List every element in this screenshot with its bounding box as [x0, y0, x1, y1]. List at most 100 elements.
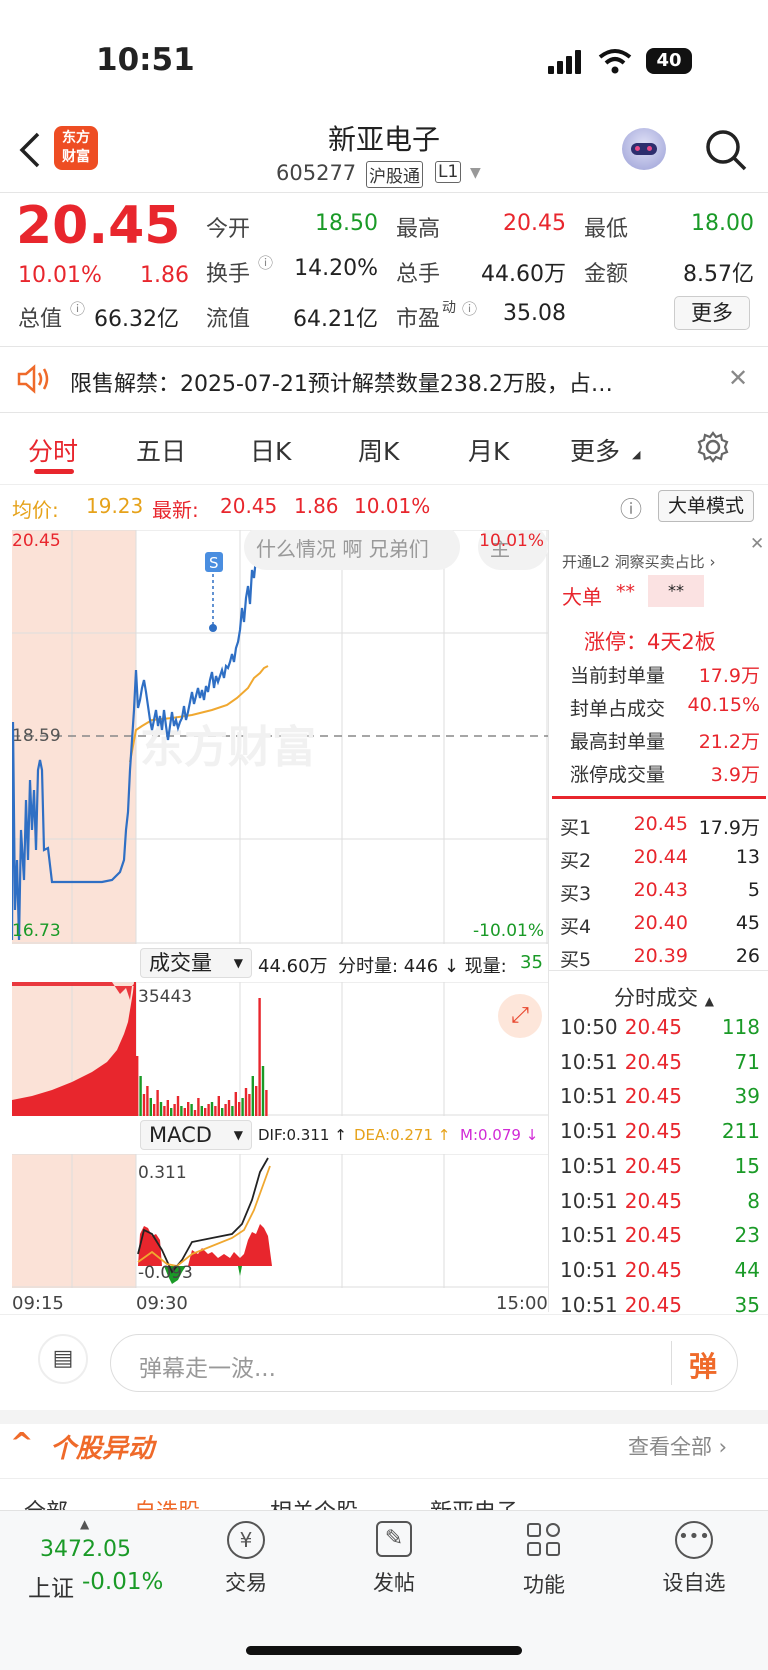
price-mid-label: 18.59	[12, 726, 61, 746]
subtab-related[interactable]: 相关个股	[270, 1494, 358, 1510]
indicator-select-macd[interactable]: MACD ▼	[140, 1120, 252, 1150]
avg-value: 19.23	[86, 494, 144, 518]
price-max-label: 20.45	[12, 531, 61, 551]
volume-label: 总手	[396, 262, 441, 287]
trade-price: 20.45	[624, 1257, 682, 1282]
volume-bar	[251, 1076, 254, 1116]
tag-hgt: 沪股通	[366, 161, 423, 188]
limit-row-value: 21.2万	[698, 731, 760, 753]
bid-volume: 13	[735, 846, 760, 868]
view-all-link[interactable]: 查看全部 ›	[628, 1431, 727, 1461]
limit-up-title: 涨停：4天2板	[584, 630, 716, 654]
pct-change: 10.01%	[18, 263, 102, 288]
volume-max-label: 35443	[138, 987, 192, 1007]
indicator-select-volume[interactable]: 成交量 ▼	[140, 948, 252, 978]
trade-volume: 44	[734, 1257, 760, 1282]
trade-volume: 71	[734, 1049, 760, 1074]
volume-bar	[176, 1096, 180, 1116]
info-icon[interactable]: ⓘ	[70, 298, 85, 319]
subtab-all[interactable]: 全部	[24, 1494, 68, 1510]
tab-daily[interactable]: 日K	[250, 432, 291, 468]
more-button[interactable]: 更多	[674, 296, 750, 330]
macd-min-label: -0.093	[138, 1263, 193, 1283]
price-chart[interactable]: 东方财富 S 什么情况 啊 兄弟们 主 20.45 18.59 16.73 10…	[12, 530, 548, 944]
bullet-comment[interactable]: 什么情况 啊 兄弟们	[256, 537, 429, 561]
tab-monthly[interactable]: 月K	[468, 432, 509, 468]
volume-bar	[166, 1100, 169, 1116]
tab-intraday[interactable]: 分时	[28, 432, 78, 468]
close-icon[interactable]: ✕	[750, 534, 764, 554]
volume-bar	[238, 1102, 241, 1116]
gear-icon[interactable]	[696, 430, 730, 464]
trade-time: 10:51	[560, 1049, 618, 1074]
volume-select-label: 成交量	[149, 951, 212, 975]
tab-weekly[interactable]: 周K	[358, 432, 399, 468]
volume-bar	[136, 1056, 139, 1116]
trade-volume: 8	[747, 1188, 760, 1213]
trade-marker[interactable]: S	[209, 554, 219, 572]
post-nav-item[interactable]: ✎ 发帖	[364, 1511, 424, 1611]
trade-nav-item[interactable]: ¥ 交易	[216, 1511, 276, 1611]
volume-bar	[200, 1106, 203, 1116]
robot-avatar-icon[interactable]	[622, 128, 666, 170]
close-icon[interactable]: ✕	[728, 364, 748, 392]
danmu-settings-icon[interactable]: ▤	[38, 1334, 88, 1384]
tab-more-arrow-icon: ◢	[632, 448, 641, 461]
trade-price: 20.45	[624, 1292, 682, 1317]
big-order-label: 大单	[562, 585, 602, 609]
danmu-send-button[interactable]: 弹	[689, 1345, 717, 1385]
turnover-label: 换手	[206, 262, 251, 287]
bid-label: 买2	[560, 850, 592, 872]
volume-bar	[146, 1086, 149, 1116]
index-name[interactable]: 上证	[28, 1569, 74, 1603]
volume-bar	[214, 1106, 217, 1116]
volume-bar	[231, 1106, 234, 1116]
add-watchlist-nav-item[interactable]: ••• 设自选	[654, 1511, 734, 1611]
open-value: 18.50	[315, 211, 378, 236]
help-icon[interactable]: ⓘ	[620, 492, 642, 524]
bid-price: 20.45	[633, 813, 688, 835]
info-icon[interactable]: ⓘ	[258, 252, 273, 273]
index-pct[interactable]: -0.01%	[82, 1569, 163, 1595]
pe-value: 35.08	[503, 301, 566, 326]
trades-title-label: 分时成交	[614, 986, 698, 1010]
volume-bar	[187, 1102, 190, 1116]
trade-time: 10:51	[560, 1119, 618, 1144]
dropdown-icon[interactable]: ▼	[470, 165, 481, 181]
amount-value: 8.57亿	[683, 262, 754, 287]
trade-time: 10:51	[560, 1153, 618, 1178]
expand-icon[interactable]: ⤢	[498, 994, 542, 1038]
trade-price: 20.45	[624, 1153, 682, 1178]
function-nav-item[interactable]: 功能	[514, 1511, 574, 1611]
big-order-mode-button[interactable]: 大单模式	[658, 490, 754, 522]
tab-more[interactable]: 更多	[570, 432, 620, 468]
limit-row-label: 当前封单量	[570, 665, 666, 687]
turnover-value: 14.20%	[294, 256, 378, 281]
subtab-watchlist[interactable]: 自选股	[134, 1494, 200, 1510]
trade-volume: 23	[734, 1223, 760, 1248]
limit-row-label: 涨停成交量	[570, 764, 666, 786]
search-icon[interactable]	[704, 128, 748, 172]
notice-text[interactable]: 限售解禁：2025-07-21预计解禁数量238.2万股，占…	[70, 366, 613, 398]
volume-bar	[234, 1092, 237, 1116]
volume-bar	[173, 1104, 176, 1116]
trades-title[interactable]: 分时成交 ▲	[614, 982, 714, 1012]
volume-now: 35	[520, 952, 543, 973]
time-axis-open: 09:30	[136, 1293, 188, 1314]
l2-promo-link[interactable]: 开通L2 洞察买卖占比 ›	[562, 551, 715, 572]
limit-row-label: 最高封单量	[570, 731, 666, 753]
volume-bar	[142, 1094, 146, 1116]
avg-label: 均价:	[12, 498, 59, 522]
add-watchlist-nav-label: 设自选	[662, 1571, 726, 1595]
index-value[interactable]: 3472.05	[40, 1537, 131, 1562]
volume-bar	[255, 1086, 258, 1116]
tab-5day[interactable]: 五日	[136, 432, 186, 468]
subtab-stock[interactable]: 新亚电子	[430, 1494, 518, 1510]
macd-chart: 0.311 -0.093	[12, 1154, 548, 1288]
macd-dea: DEA:0.271 ↑	[354, 1126, 451, 1144]
collapse-icon[interactable]: ^	[10, 1426, 33, 1459]
danmu-input[interactable]: 弹幕走一波... 弹	[110, 1334, 738, 1392]
macd-max-label: 0.311	[138, 1163, 187, 1183]
trade-volume: 39	[734, 1084, 760, 1109]
big-order-stars: **	[616, 581, 635, 603]
